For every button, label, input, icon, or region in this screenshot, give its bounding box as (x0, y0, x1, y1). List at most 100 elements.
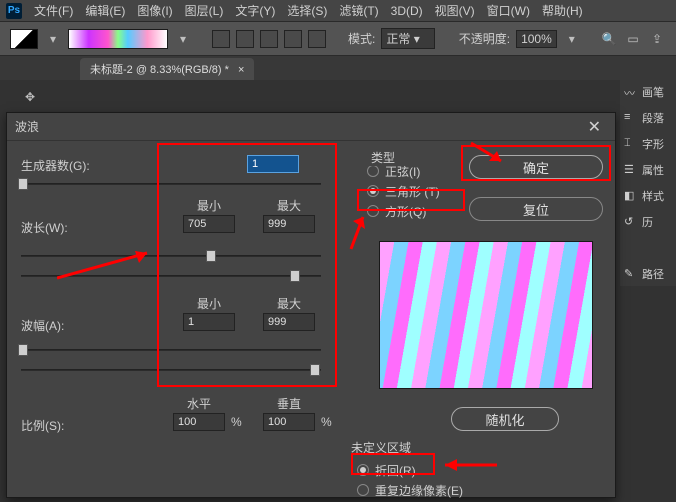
menu-3d[interactable]: 3D(D) (385, 2, 429, 20)
undefined-area-group: 未定义区域 折回(R) 重复边缘像素(E) (351, 439, 463, 500)
menu-edit[interactable]: 编辑(E) (79, 0, 131, 21)
randomize-button[interactable]: 随机化 (451, 407, 559, 431)
panel-paths[interactable]: ✎路径 (620, 262, 676, 286)
options-bar: ▾ ▾ 模式: 正常 ▾ 不透明度: 100% ▾ 🔍 ▭ ⇪ (0, 22, 676, 56)
undef-option-wrap[interactable]: 折回(R) (351, 460, 463, 480)
document-tabbar: 未标题-2 @ 8.33%(RGB/8) * × (0, 56, 676, 80)
gradient-linear-icon[interactable] (212, 30, 230, 48)
annotation-arrow (57, 243, 157, 283)
menu-layer[interactable]: 图层(L) (179, 0, 230, 21)
type-legend: 类型 (369, 149, 397, 166)
menu-image[interactable]: 图像(I) (131, 0, 178, 21)
panel-paragraph[interactable]: ≡段落 (620, 106, 676, 130)
chevron-down-icon[interactable]: ▾ (44, 30, 62, 48)
glyphs-icon: ⌶ (624, 137, 638, 151)
panel-properties[interactable]: ☰属性 (620, 158, 676, 182)
chevron-down-icon[interactable]: ▾ (174, 30, 192, 48)
opacity-input[interactable]: 100% (516, 30, 557, 48)
radio-icon (367, 185, 379, 197)
type-group: 类型 正弦(I) 三角形 (T) 方形(Q) (359, 151, 467, 221)
panel-brush[interactable]: 〰画笔 (620, 80, 676, 104)
wavelength-min-input[interactable] (183, 215, 235, 233)
scale-label: 比例(S): (21, 417, 64, 434)
type-option-triangle[interactable]: 三角形 (T) (359, 181, 467, 201)
gradient-sample[interactable] (68, 29, 168, 49)
history-icon: ↺ (624, 215, 638, 229)
ok-button[interactable]: 确定 (469, 155, 603, 179)
mode-select[interactable]: 正常 ▾ (381, 28, 434, 49)
document-tab[interactable]: 未标题-2 @ 8.33%(RGB/8) * × (80, 58, 254, 80)
wavelength-label: 波长(W): (21, 219, 68, 236)
search-icon[interactable]: 🔍 (600, 30, 618, 48)
type-option-square[interactable]: 方形(Q) (359, 201, 467, 221)
radio-icon (367, 205, 379, 217)
move-tool-icon[interactable]: ✥ (17, 84, 43, 110)
wave-dialog: 波浪 ✕ 生成器数(G): 最小 最大 波长(W): 最小 最大 波幅(A): … (6, 112, 616, 498)
wavelength-min-thumb[interactable] (206, 250, 216, 262)
chevron-down-icon[interactable]: ▾ (563, 30, 581, 48)
amplitude-slider-track-2[interactable] (21, 369, 321, 371)
scale-v-label: 垂直 (263, 395, 315, 412)
menu-view[interactable]: 视图(V) (429, 0, 481, 21)
gradient-diamond-icon[interactable] (308, 30, 326, 48)
share-icon[interactable]: ⇪ (648, 30, 666, 48)
gradient-radial-icon[interactable] (236, 30, 254, 48)
amplitude-max-input[interactable] (263, 313, 315, 331)
scale-v-input[interactable] (263, 413, 315, 431)
wavelength-min-label: 最小 (183, 197, 235, 214)
percent-label: % (231, 415, 242, 429)
frame-icon[interactable]: ▭ (624, 30, 642, 48)
panel-blank (620, 236, 676, 260)
undef-option-repeat[interactable]: 重复边缘像素(E) (351, 480, 463, 500)
close-icon[interactable]: ✕ (582, 117, 607, 137)
gradient-reflect-icon[interactable] (284, 30, 302, 48)
menu-filter[interactable]: 滤镜(T) (333, 0, 384, 21)
percent-label-2: % (321, 415, 332, 429)
amplitude-label: 波幅(A): (21, 317, 64, 334)
wavelength-max-label: 最大 (263, 197, 315, 214)
radio-icon (357, 464, 369, 476)
ps-logo: Ps (6, 3, 22, 19)
gradient-angle-icon[interactable] (260, 30, 278, 48)
mode-label: 模式: (348, 30, 375, 47)
foreground-swatch[interactable] (10, 29, 38, 49)
brush-icon: 〰 (624, 85, 638, 99)
paths-icon: ✎ (624, 267, 638, 281)
menu-help[interactable]: 帮助(H) (536, 0, 589, 21)
panel-styles[interactable]: ◧样式 (620, 184, 676, 208)
wave-preview (379, 241, 593, 389)
chevron-down-icon: ▾ (414, 32, 420, 46)
radio-icon (367, 165, 379, 177)
menu-window[interactable]: 窗口(W) (481, 0, 536, 21)
amplitude-min-input[interactable] (183, 313, 235, 331)
generator-label: 生成器数(G): (21, 157, 90, 174)
scale-h-input[interactable] (173, 413, 225, 431)
panels-dock: 〰画笔 ≡段落 ⌶字形 ☰属性 ◧样式 ↺历 ✎路径 (620, 80, 676, 286)
wavelength-slider-track[interactable] (21, 255, 321, 257)
dialog-title: 波浪 (15, 118, 39, 135)
undef-legend: 未定义区域 (351, 441, 411, 455)
close-icon[interactable]: × (238, 64, 244, 76)
menu-file[interactable]: 文件(F) (28, 0, 79, 21)
panel-history[interactable]: ↺历 (620, 210, 676, 234)
radio-icon (357, 484, 369, 496)
wavelength-max-thumb[interactable] (290, 270, 300, 282)
paragraph-icon: ≡ (624, 111, 638, 125)
generator-input[interactable] (247, 155, 299, 173)
menu-type[interactable]: 文字(Y) (229, 0, 281, 21)
panel-glyphs[interactable]: ⌶字形 (620, 132, 676, 156)
amplitude-max-thumb[interactable] (310, 364, 320, 376)
wavelength-slider-track-2[interactable] (21, 275, 321, 277)
scale-h-label: 水平 (173, 395, 225, 412)
generator-slider-track[interactable] (21, 183, 321, 185)
menu-select[interactable]: 选择(S) (281, 0, 333, 21)
menubar: Ps 文件(F) 编辑(E) 图像(I) 图层(L) 文字(Y) 选择(S) 滤… (0, 0, 676, 22)
reset-button[interactable]: 复位 (469, 197, 603, 221)
properties-icon: ☰ (624, 163, 638, 177)
generator-slider-thumb[interactable] (18, 178, 28, 190)
amplitude-slider-track[interactable] (21, 349, 321, 351)
styles-icon: ◧ (624, 189, 638, 203)
opacity-label: 不透明度: (459, 30, 510, 47)
wavelength-max-input[interactable] (263, 215, 315, 233)
amplitude-min-thumb[interactable] (18, 344, 28, 356)
